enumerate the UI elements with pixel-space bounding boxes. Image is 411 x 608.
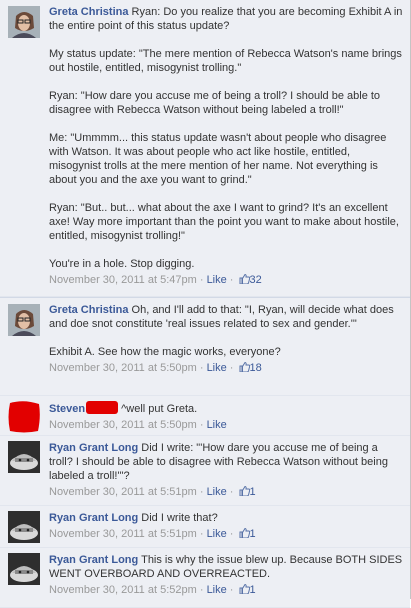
comment-item: Ryan Grant Long Did I write: "'How dare … [0,436,410,506]
thumbs-up-icon[interactable] [239,583,250,598]
comment-body: Ryan Grant Long This is why the issue bl… [49,553,404,581]
like-count[interactable]: 1 [250,528,256,540]
like-count[interactable]: 18 [250,362,262,374]
comment-timestamp[interactable]: November 30, 2011 at 5:51pm [49,528,197,540]
redaction-mark [86,401,119,414]
like-link[interactable]: Like [207,486,227,498]
comment-body: Greta Christina Oh, and I'll add to that… [49,303,404,359]
like-link[interactable]: Like [207,362,227,374]
like-link[interactable]: Like [207,419,227,431]
comment-item: Greta Christina Ryan: Do you realize tha… [0,0,410,297]
comment-author-link[interactable]: Greta Christina [49,6,128,18]
like-link[interactable]: Like [207,274,227,286]
comment-body: Ryan Grant Long Did I write that? [49,511,404,525]
comment-feed: Greta Christina Ryan: Do you realize tha… [0,0,410,608]
avatar[interactable] [8,6,40,38]
like-link[interactable]: Like [207,584,227,596]
comment-timestamp[interactable]: November 30, 2011 at 5:51pm [49,486,197,498]
avatar[interactable] [8,401,40,433]
like-link[interactable]: Like [207,528,227,540]
comment-author-link[interactable]: Steven [49,403,85,415]
comment-paragraph: Exhibit A. See how the magic works, ever… [49,346,281,358]
meta-separator: · [226,274,237,286]
meta-separator: · [226,528,237,540]
meta-separator: · [196,528,207,540]
comment-meta: November 30, 2011 at 5:50pm · Like · 18 [49,361,404,376]
comment-timestamp[interactable]: November 30, 2011 at 5:52pm [49,584,197,596]
comment-meta: November 30, 2011 at 5:47pm · Like · 32 [49,273,404,288]
meta-separator: · [226,362,237,374]
avatar[interactable] [8,511,40,543]
comment-body: Ryan Grant Long Did I write: "'How dare … [49,441,404,483]
comment-meta: November 30, 2011 at 5:52pm · Like · 1 [49,583,404,598]
meta-separator: · [196,362,207,374]
comment-body: Greta Christina Ryan: Do you realize tha… [49,5,404,271]
comment-paragraph: Ryan: "How dare you accuse me of being a… [49,90,381,116]
comment-paragraph: My status update: "The mere mention of R… [49,48,402,74]
comment-timestamp[interactable]: November 30, 2011 at 5:50pm [49,362,197,374]
comment-author-link[interactable]: Greta Christina [49,304,128,316]
comment-text: Did I write that? [141,512,218,524]
comment-item: Greta Christina Oh, and I'll add to that… [0,297,410,396]
comment-author-link[interactable]: Ryan Grant Long [49,512,138,524]
meta-separator: · [196,584,207,596]
thumbs-up-icon[interactable] [239,273,250,288]
meta-separator: · [196,419,207,431]
thumbs-up-icon[interactable] [239,527,250,542]
like-count[interactable]: 1 [250,486,256,498]
meta-separator: · [196,486,207,498]
comment-item: Ryan Grant Long This is why the issue bl… [0,548,410,608]
like-count[interactable]: 32 [250,274,262,286]
thumbs-up-icon[interactable] [239,361,250,376]
comment-paragraph: Ryan: "But.. but... what about the axe I… [49,202,399,242]
comment-meta: November 30, 2011 at 5:51pm · Like · 1 [49,485,404,500]
comment-text: ^well put Greta. [121,403,198,415]
comment-timestamp[interactable]: November 30, 2011 at 5:47pm [49,274,197,286]
comment-meta: November 30, 2011 at 5:50pm · Like [49,418,404,432]
avatar[interactable] [8,441,40,473]
comment-timestamp[interactable]: November 30, 2011 at 5:50pm [49,419,197,431]
avatar[interactable] [8,553,40,585]
comment-paragraph: You're in a hole. Stop digging. [49,258,195,270]
comment-author-link[interactable]: Ryan Grant Long [49,442,138,454]
comment-author-link[interactable]: Ryan Grant Long [49,554,138,566]
meta-separator: · [226,486,237,498]
comment-item: Ryan Grant Long Did I write that? Novemb… [0,506,410,548]
like-count[interactable]: 1 [250,584,256,596]
meta-separator: · [226,584,237,596]
avatar[interactable] [8,304,40,336]
comment-paragraph: Me: "Ummmm... this status update wasn't … [49,132,387,186]
thumbs-up-icon[interactable] [239,485,250,500]
comment-meta: November 30, 2011 at 5:51pm · Like · 1 [49,527,404,542]
comment-body: Steven ^well put Greta. [49,401,404,416]
meta-separator: · [196,274,207,286]
comment-item: Steven ^well put Greta. November 30, 201… [0,396,410,436]
